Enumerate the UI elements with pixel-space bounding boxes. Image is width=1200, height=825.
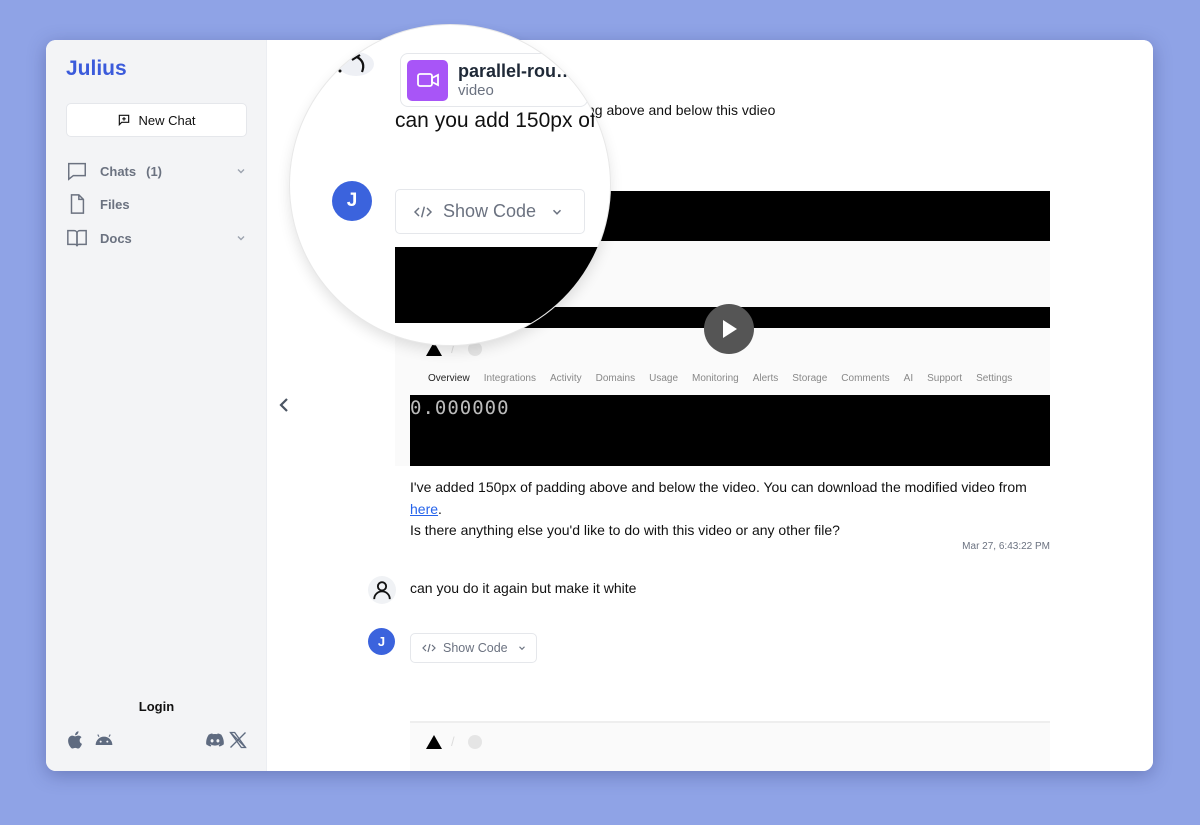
video-tabs: Overview Integrations Activity Domains U… (428, 373, 1012, 384)
video-tab: Alerts (752, 373, 779, 384)
sidebar-item-label: Docs (100, 230, 132, 246)
magnifier-lens: parallel-rou… video can you add 150px of… (290, 25, 610, 345)
user-message-magnified: can you add 150px of (395, 109, 596, 132)
video-tab: Monitoring (692, 373, 739, 384)
reply-punct: . (438, 500, 442, 517)
avatar-placeholder (468, 342, 482, 356)
new-chat-label: New Chat (138, 112, 196, 128)
user-message: can you do it again but make it white (410, 580, 637, 596)
assistant-avatar: J (368, 628, 395, 655)
show-code-button[interactable]: Show Code (410, 633, 537, 663)
vercel-logo-icon (426, 735, 442, 749)
assistant-avatar: J (332, 181, 372, 221)
book-icon (67, 229, 87, 247)
chats-count: (1) (146, 163, 163, 179)
app-logo: Julius (66, 57, 127, 80)
attachment-name: parallel-rou… (458, 61, 575, 81)
user-icon (373, 581, 391, 600)
discord-icon[interactable] (204, 730, 226, 750)
chevron-down-icon (518, 646, 525, 651)
reply-line: I've added 150px of padding above and be… (410, 479, 1027, 495)
android-icon[interactable] (93, 730, 115, 750)
video-tab: Integrations (483, 373, 536, 384)
new-chat-icon (119, 114, 130, 127)
sidebar-item-label: Files (100, 196, 130, 212)
play-icon (723, 320, 737, 338)
message-timestamp: Mar 27, 6:43:22 PM (962, 541, 1050, 552)
sidebar: Julius New Chat Chats (1) Files Docs Log… (46, 40, 267, 771)
video-tab: Settings (976, 373, 1013, 384)
login-button[interactable]: Login (46, 699, 267, 714)
attachment-type: video (458, 82, 494, 99)
new-chat-button[interactable]: New Chat (66, 103, 247, 137)
sidebar-item-files[interactable]: Files (66, 192, 247, 216)
show-code-button[interactable]: Show Code (395, 189, 585, 234)
sidebar-item-docs[interactable]: Docs (66, 226, 247, 250)
video-tab: Activity (549, 373, 582, 384)
video-tab: Support (927, 373, 963, 384)
video-tab: Domains (595, 373, 636, 384)
video-tab: Usage (649, 373, 678, 384)
user-avatar (368, 576, 396, 604)
attachment-chip[interactable]: parallel-rou… video (400, 53, 588, 107)
video-file-icon (407, 59, 448, 101)
download-link[interactable]: here (410, 501, 438, 517)
play-button[interactable] (704, 304, 754, 354)
collapse-sidebar-chevron-left-icon[interactable] (276, 396, 292, 414)
video-tab: Overview (428, 373, 470, 384)
breadcrumb-slash: / (451, 734, 455, 749)
sidebar-item-chats[interactable]: Chats (1) (66, 159, 247, 183)
code-icon (422, 643, 436, 653)
x-icon[interactable] (228, 730, 248, 750)
video-black-band-magnified (395, 247, 610, 323)
video-tab: Comments (841, 373, 890, 384)
user-avatar-icon (338, 52, 374, 76)
show-code-label: Show Code (443, 201, 537, 221)
user-message-tail: ng above and below this vdieo (587, 102, 776, 118)
video-tab: Storage (792, 373, 828, 384)
chat-bubble-icon (68, 162, 86, 181)
chevron-down-icon[interactable] (235, 165, 247, 177)
video-tab: AI (903, 373, 914, 384)
chevron-down-icon (553, 209, 562, 215)
reply-line: Is there anything else you'd like to do … (410, 522, 840, 538)
sidebar-item-label: Chats (100, 163, 137, 179)
avatar-placeholder (468, 735, 482, 749)
video-preview-bottom: / (410, 721, 1050, 771)
assistant-reply: I've added 150px of padding above and be… (410, 477, 1060, 542)
video-counter: 0.000000 (410, 397, 510, 419)
file-icon (70, 194, 85, 214)
apple-icon[interactable] (66, 730, 86, 750)
chevron-down-icon[interactable] (235, 232, 247, 244)
code-icon (413, 205, 433, 218)
show-code-label: Show Code (443, 641, 508, 655)
